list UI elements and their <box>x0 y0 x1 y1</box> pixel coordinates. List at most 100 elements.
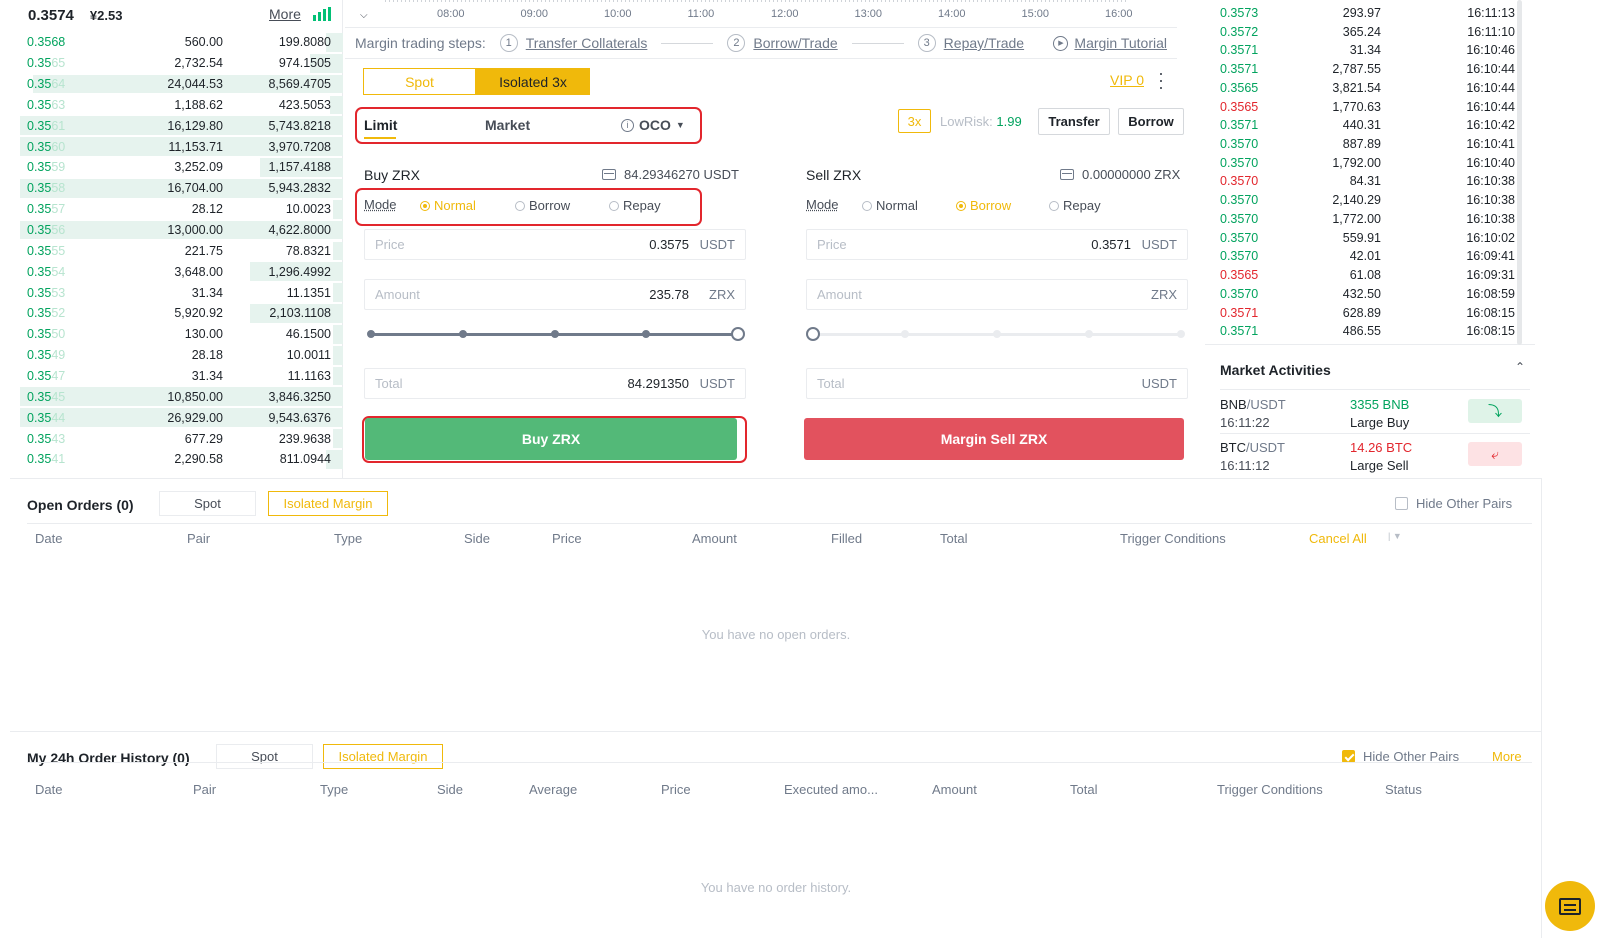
column-header: Amount <box>932 782 977 797</box>
order-book-row[interactable]: 0.3545 10,850.00 3,846.3250 <box>10 386 343 407</box>
more-options-icon[interactable]: · · · <box>1158 64 1164 96</box>
order-book-row[interactable]: 0.3565 2,732.54 974.1505 <box>10 53 343 74</box>
sell-price-input[interactable]: Price 0.3571 USDT <box>806 229 1188 260</box>
order-history-tab-spot[interactable]: Spot <box>216 744 313 769</box>
trade-row: 0.3570 887.89 16:10:41 <box>1205 137 1515 156</box>
depth-bars-icon[interactable] <box>313 7 331 21</box>
order-book-row[interactable]: 0.3568 560.00 199.8080 <box>10 32 343 53</box>
tab-spot[interactable]: Spot <box>363 68 476 95</box>
order-book-row[interactable]: 0.3553 31.34 11.1351 <box>10 282 343 303</box>
order-book-row[interactable]: 0.3554 3,648.00 1,296.4992 <box>10 261 343 282</box>
margin-tutorial-link[interactable]: Margin Tutorial <box>1074 35 1167 51</box>
trade-time: 16:11:13 <box>1467 6 1515 20</box>
trade-time: 16:10:40 <box>1466 155 1515 170</box>
buy-price-input[interactable]: Price 0.3575 USDT <box>364 229 746 260</box>
slider-step-75[interactable] <box>1085 330 1093 338</box>
order-book-price: 0.3561 <box>27 118 66 133</box>
tab-isolated-margin[interactable]: Isolated 3x <box>476 68 590 95</box>
order-book-row[interactable]: 0.3563 1,188.62 423.5053 <box>10 95 343 116</box>
slider-step-100[interactable] <box>1177 330 1185 338</box>
order-book-row[interactable]: 0.3547 31.34 11.1163 <box>10 366 343 387</box>
order-book-row[interactable]: 0.3541 2,290.58 811.0944 <box>10 449 343 470</box>
order-book-row[interactable]: 0.3544 26,929.00 9,543.6376 <box>10 407 343 428</box>
order-book-row[interactable]: 0.3560 11,153.71 3,970.7208 <box>10 136 343 157</box>
slider-handle[interactable] <box>731 327 745 341</box>
buy-mode-normal-radio[interactable]: Normal <box>420 198 476 213</box>
buy-button[interactable]: Buy ZRX <box>365 418 737 460</box>
buy-total-input[interactable]: Total 84.291350 USDT <box>364 368 746 399</box>
collapse-icon[interactable]: ⌃ <box>1515 360 1525 374</box>
sell-amount-slider[interactable] <box>806 327 1185 341</box>
trade-row: 0.3570 1,772.00 16:10:38 <box>1205 212 1515 231</box>
order-book-row[interactable]: 0.3559 3,252.09 1,157.4188 <box>10 157 343 178</box>
slider-step-0[interactable] <box>367 330 375 338</box>
slider-step-25[interactable] <box>458 330 467 338</box>
buy-amount-slider[interactable] <box>367 327 745 341</box>
cancel-all-button[interactable]: Cancel All <box>1309 531 1367 546</box>
trades-scrollbar[interactable] <box>1517 0 1522 345</box>
transfer-button[interactable]: Transfer <box>1038 108 1110 135</box>
order-book-header: 0.3574 ¥2.53 More <box>10 0 342 30</box>
trade-time: 16:10:41 <box>1466 137 1515 152</box>
order-book-total: 199.8080 <box>278 35 331 50</box>
sell-mode-repay-radio[interactable]: Repay <box>1049 198 1101 213</box>
order-book-row[interactable]: 0.3564 24,044.53 8,569.4705 <box>10 74 343 95</box>
order-type-limit[interactable]: Limit <box>364 117 397 133</box>
sell-mode-borrow-radio[interactable]: Borrow <box>956 198 1011 213</box>
column-header: Amount <box>692 531 737 546</box>
sell-mode-normal-radio[interactable]: Normal <box>862 198 918 213</box>
order-history-tab-isolated-margin[interactable]: Isolated Margin <box>323 744 443 769</box>
sell-total-input[interactable]: Total USDT <box>806 368 1188 399</box>
order-book-amount: 16,704.00 <box>167 181 223 196</box>
slider-step-25[interactable] <box>901 330 909 338</box>
buy-mode-borrow-radio[interactable]: Borrow <box>515 198 570 213</box>
margin-sell-button[interactable]: Margin Sell ZRX <box>804 418 1184 460</box>
sell-mode-normal-label: Normal <box>876 198 918 213</box>
order-book-row[interactable]: 0.3543 677.29 239.9638 <box>10 428 343 449</box>
order-book-row[interactable]: 0.3550 130.00 46.1500 <box>10 324 343 345</box>
chevron-down-icon[interactable]: ⌵ <box>360 10 368 21</box>
order-book-row[interactable]: 0.3552 5,920.92 2,103.1108 <box>10 303 343 324</box>
column-header: Total <box>940 531 968 546</box>
order-type-market[interactable]: Market <box>485 117 530 133</box>
trade-price: 0.3573 <box>1220 6 1259 20</box>
vip-level-link[interactable]: VIP 0 <box>1110 72 1144 88</box>
order-book-row[interactable]: 0.3549 28.18 10.0011 <box>10 345 343 366</box>
caret-down-icon[interactable]: | ▼ <box>1388 531 1402 541</box>
step-transfer-collaterals-link[interactable]: Transfer Collaterals <box>526 35 648 51</box>
column-header: Status <box>1385 782 1422 797</box>
open-orders-tab-isolated-margin[interactable]: Isolated Margin <box>268 491 388 516</box>
borrow-button[interactable]: Borrow <box>1118 108 1184 135</box>
buy-price-unit: USDT <box>699 237 735 252</box>
depth-bar <box>333 241 343 261</box>
order-book-amount: 560.00 <box>184 35 223 50</box>
open-orders-hide-other-pairs[interactable]: Hide Other Pairs <box>1395 496 1512 511</box>
slider-step-50[interactable] <box>993 330 1001 338</box>
sell-amount-input[interactable]: Amount ZRX <box>806 279 1188 310</box>
open-orders-tab-spot[interactable]: Spot <box>159 491 256 516</box>
step-repay-trade-link[interactable]: Repay/Trade <box>944 35 1024 51</box>
order-book-row[interactable]: 0.3557 28.12 10.0023 <box>10 199 343 220</box>
trade-amount: 1,792.00 <box>1332 155 1381 170</box>
order-book-total: 974.1505 <box>278 56 331 71</box>
slider-step-50[interactable] <box>550 330 559 338</box>
slider-step-75[interactable] <box>642 330 651 338</box>
buy-mode-repay-radio[interactable]: Repay <box>609 198 661 213</box>
order-book-row[interactable]: 0.3561 16,129.80 5,743.8218 <box>10 115 343 136</box>
order-type-oco[interactable]: i OCO ▼ <box>621 117 685 133</box>
buy-amount-input[interactable]: Amount 235.78 ZRX <box>364 279 746 310</box>
trade-price: 0.3571 <box>1220 43 1259 58</box>
step-borrow-trade-link[interactable]: Borrow/Trade <box>753 35 837 51</box>
order-book-row[interactable]: 0.3558 16,704.00 5,943.2832 <box>10 178 343 199</box>
order-book-row[interactable]: 0.3556 13,000.00 4,622.8000 <box>10 220 343 241</box>
activity-time: 16:11:12 <box>1220 458 1270 473</box>
leverage-badge[interactable]: 3x <box>898 109 931 133</box>
caret-down-icon: ▼ <box>675 120 685 130</box>
slider-handle[interactable] <box>806 327 820 341</box>
order-book-amount: 11,153.71 <box>168 139 223 154</box>
order-book-more-link[interactable]: More <box>269 6 301 22</box>
buy-amount-value: 235.78 <box>649 287 689 302</box>
order-book-row[interactable]: 0.3555 221.75 78.8321 <box>10 241 343 262</box>
chat-support-button[interactable] <box>1545 881 1595 931</box>
checkbox[interactable] <box>1395 497 1408 510</box>
